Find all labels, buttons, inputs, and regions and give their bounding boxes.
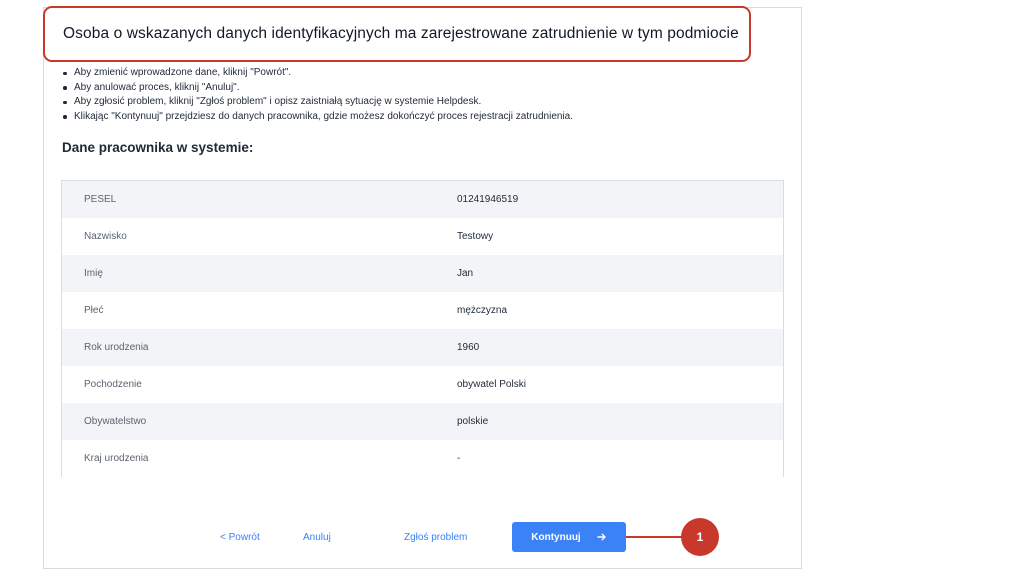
table-row: Nazwisko Testowy	[62, 218, 783, 255]
report-problem-button[interactable]: Zgłoś problem	[404, 522, 467, 552]
back-button[interactable]: < Powrót	[220, 522, 260, 552]
row-value-citizenship: polskie	[457, 416, 489, 427]
table-row: Rok urodzenia 1960	[62, 329, 783, 366]
instruction-item: Aby zgłosić problem, kliknij "Zgłoś prob…	[62, 95, 573, 110]
row-value-gender: mężczyzna	[457, 305, 508, 316]
employee-data-table: PESEL 01241946519 Nazwisko Testowy Imię …	[61, 180, 784, 477]
row-label-surname: Nazwisko	[84, 231, 127, 242]
table-row: PESEL 01241946519	[62, 181, 783, 218]
table-row: Kraj urodzenia -	[62, 440, 783, 477]
arrow-right-icon	[597, 533, 606, 541]
cancel-button[interactable]: Anuluj	[303, 522, 331, 552]
page-title: Osoba o wskazanych danych identyfikacyjn…	[63, 25, 739, 42]
status-heading-box: Osoba o wskazanych danych identyfikacyjn…	[43, 6, 751, 62]
action-bar: < Powrót Anuluj Zgłoś problem Kontynuuj	[0, 522, 1024, 552]
callout-badge: 1	[681, 518, 719, 556]
row-label-pesel: PESEL	[84, 194, 117, 205]
table-row: Płeć mężczyzna	[62, 292, 783, 329]
instruction-item: Aby zmienić wprowadzone dane, kliknij "P…	[62, 66, 573, 81]
callout-connector	[626, 536, 682, 538]
row-label-birth-country: Kraj urodzenia	[84, 453, 149, 464]
row-label-birth-year: Rok urodzenia	[84, 342, 149, 353]
table-row: Obywatelstwo polskie	[62, 403, 783, 440]
row-value-first-name: Jan	[457, 268, 474, 279]
callout-number: 1	[696, 530, 704, 544]
row-value-origin: obywatel Polski	[457, 379, 526, 390]
row-value-surname: Testowy	[457, 231, 494, 242]
instruction-list: Aby zmienić wprowadzone dane, kliknij "P…	[62, 66, 573, 124]
continue-button[interactable]: Kontynuuj	[512, 522, 626, 552]
row-value-birth-year: 1960	[457, 342, 480, 353]
row-label-gender: Płeć	[84, 305, 104, 316]
row-value-birth-country: -	[457, 453, 461, 464]
instruction-item: Klikając "Kontynuuj" przejdziesz do dany…	[62, 110, 573, 125]
table-row: Imię Jan	[62, 255, 783, 292]
instruction-item: Aby anulować proces, kliknij "Anuluj".	[62, 81, 573, 96]
row-value-pesel: 01241946519	[457, 194, 519, 205]
row-label-first-name: Imię	[84, 268, 103, 279]
section-title: Dane pracownika w systemie:	[62, 140, 254, 155]
row-label-citizenship: Obywatelstwo	[84, 416, 147, 427]
row-label-origin: Pochodzenie	[84, 379, 142, 390]
continue-button-label: Kontynuuj	[531, 531, 581, 543]
table-row: Pochodzenie obywatel Polski	[62, 366, 783, 403]
